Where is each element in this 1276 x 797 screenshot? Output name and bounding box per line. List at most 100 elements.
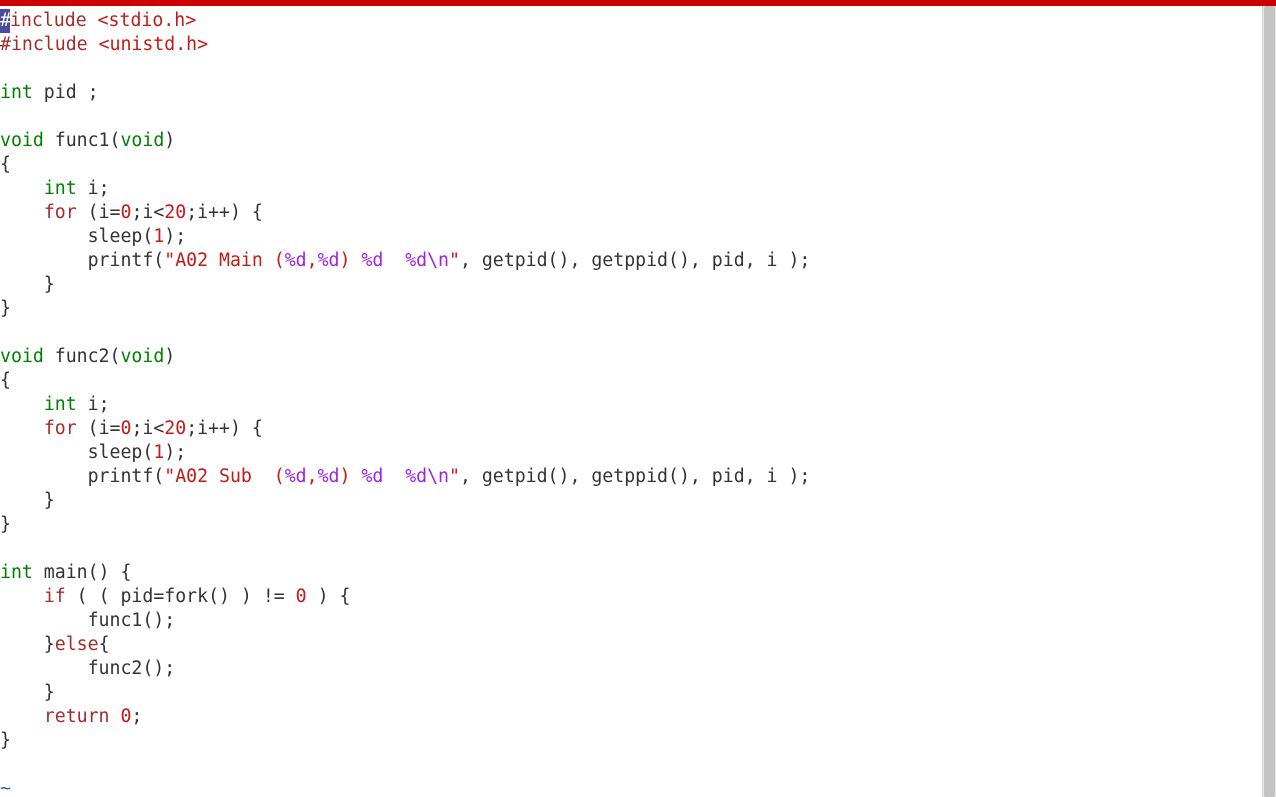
code-token: %d xyxy=(318,466,340,487)
vertical-scrollbar[interactable] xyxy=(1262,6,1276,797)
code-token: 1 xyxy=(153,226,164,247)
code-token: " xyxy=(449,250,460,271)
code-token: %d xyxy=(361,250,383,271)
code-token: "A02 Main ( xyxy=(164,250,284,271)
code-token xyxy=(0,418,44,439)
code-token: void xyxy=(120,130,164,151)
code-token: %d xyxy=(361,466,383,487)
code-token: ;i< xyxy=(131,202,164,223)
code-line[interactable]: ~ xyxy=(0,777,1262,797)
code-line[interactable] xyxy=(0,105,1262,129)
code-token: %d xyxy=(405,466,427,487)
code-token xyxy=(0,586,44,607)
code-line[interactable]: func2(); xyxy=(0,657,1262,681)
code-token xyxy=(0,178,44,199)
code-token: <unistd.h> xyxy=(99,34,209,55)
code-token: , getpid(), getppid(), pid, i ); xyxy=(460,250,810,271)
code-token: sleep( xyxy=(0,442,153,463)
code-token: int xyxy=(0,562,33,583)
code-token: } xyxy=(0,514,11,535)
scrollbar-thumb[interactable] xyxy=(1264,6,1275,797)
code-token: func1(); xyxy=(0,610,175,631)
code-token: 0 xyxy=(296,586,307,607)
code-line[interactable]: } xyxy=(0,729,1262,753)
code-token: main() { xyxy=(33,562,132,583)
code-token: \n xyxy=(427,250,449,271)
code-token: if xyxy=(44,586,66,607)
code-token xyxy=(0,706,44,727)
code-token: 1 xyxy=(153,442,164,463)
code-line[interactable]: { xyxy=(0,153,1262,177)
code-token: <stdio.h> xyxy=(98,10,197,31)
code-line[interactable]: #include <stdio.h> xyxy=(0,9,1262,33)
code-token: { xyxy=(0,154,11,175)
code-token xyxy=(0,394,44,415)
code-token xyxy=(383,466,405,487)
code-token: } xyxy=(0,634,55,655)
code-token: i; xyxy=(77,178,110,199)
code-token: void xyxy=(0,130,44,151)
code-token: for xyxy=(44,202,77,223)
code-token xyxy=(110,706,121,727)
code-line[interactable]: int i; xyxy=(0,393,1262,417)
code-token xyxy=(383,250,405,271)
code-line[interactable]: return 0; xyxy=(0,705,1262,729)
code-line[interactable]: for (i=0;i<20;i++) { xyxy=(0,417,1262,441)
code-token: } xyxy=(0,298,11,319)
code-line[interactable]: } xyxy=(0,273,1262,297)
code-line[interactable]: printf("A02 Sub (%d,%d) %d %d\n", getpid… xyxy=(0,465,1262,489)
code-token: , getpid(), getppid(), pid, i ); xyxy=(460,466,810,487)
code-token: func1( xyxy=(44,130,121,151)
editor-wrap: #include <stdio.h>#include <unistd.h> in… xyxy=(0,6,1276,797)
code-token: } xyxy=(0,274,55,295)
code-token: } xyxy=(0,682,55,703)
code-token: int xyxy=(0,82,33,103)
code-line[interactable]: } xyxy=(0,297,1262,321)
code-token: ( ( pid=fork() ) != xyxy=(66,586,296,607)
code-token: } xyxy=(0,730,11,751)
code-token: (i= xyxy=(77,202,121,223)
code-line[interactable] xyxy=(0,321,1262,345)
code-line[interactable]: } xyxy=(0,681,1262,705)
code-token: { xyxy=(99,634,110,655)
code-line[interactable]: int i; xyxy=(0,177,1262,201)
code-token: { xyxy=(0,370,11,391)
code-line[interactable]: } xyxy=(0,489,1262,513)
code-line[interactable]: for (i=0;i<20;i++) { xyxy=(0,201,1262,225)
code-line[interactable]: sleep(1); xyxy=(0,441,1262,465)
code-token: func2(); xyxy=(0,658,175,679)
code-token: # xyxy=(0,9,10,33)
code-token: ;i++) { xyxy=(186,418,263,439)
code-token: ) xyxy=(164,346,175,367)
code-token: ); xyxy=(164,442,186,463)
code-token: ; xyxy=(131,706,142,727)
code-editor[interactable]: #include <stdio.h>#include <unistd.h> in… xyxy=(0,6,1262,797)
code-line[interactable]: }else{ xyxy=(0,633,1262,657)
code-token: func2( xyxy=(44,346,121,367)
code-line[interactable]: void func1(void) xyxy=(0,129,1262,153)
code-line[interactable]: int main() { xyxy=(0,561,1262,585)
code-token: int xyxy=(44,178,77,199)
code-token: i; xyxy=(77,394,110,415)
code-token: int xyxy=(44,394,77,415)
code-token: else xyxy=(55,634,99,655)
code-token: %d xyxy=(285,466,307,487)
code-line[interactable] xyxy=(0,537,1262,561)
code-token: include xyxy=(10,10,98,31)
code-token: (i= xyxy=(77,418,121,439)
code-token: printf( xyxy=(0,466,164,487)
code-line[interactable]: sleep(1); xyxy=(0,225,1262,249)
code-line[interactable]: { xyxy=(0,369,1262,393)
code-line[interactable]: printf("A02 Main (%d,%d) %d %d\n", getpi… xyxy=(0,249,1262,273)
code-line[interactable]: func1(); xyxy=(0,609,1262,633)
code-line[interactable]: if ( ( pid=fork() ) != 0 ) { xyxy=(0,585,1262,609)
code-token: %d xyxy=(285,250,307,271)
code-line[interactable] xyxy=(0,57,1262,81)
code-token: \n xyxy=(427,466,449,487)
code-line[interactable] xyxy=(0,753,1262,777)
code-line[interactable]: void func2(void) xyxy=(0,345,1262,369)
code-line[interactable]: } xyxy=(0,513,1262,537)
code-token xyxy=(0,202,44,223)
code-line[interactable]: int pid ; xyxy=(0,81,1262,105)
code-line[interactable]: #include <unistd.h> xyxy=(0,33,1262,57)
